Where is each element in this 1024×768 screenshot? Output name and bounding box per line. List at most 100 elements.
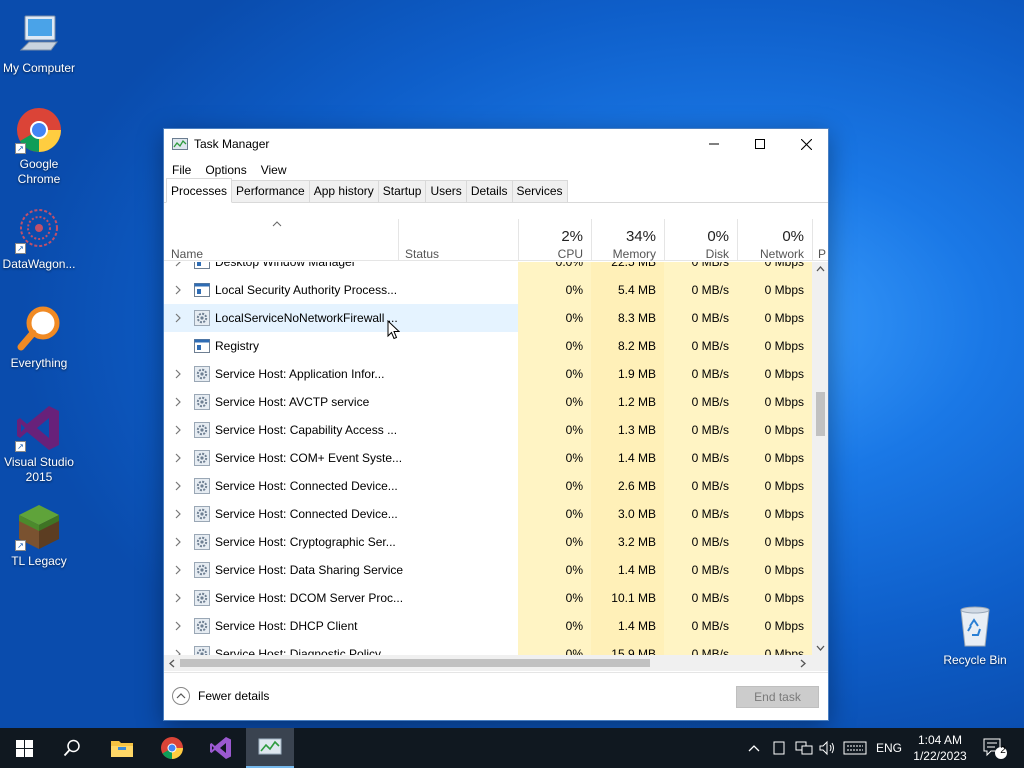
fewer-details-button[interactable]: Fewer details <box>172 687 269 705</box>
disk-cell: 0 MB/s <box>664 500 737 528</box>
chevron-right-icon[interactable] <box>173 620 183 632</box>
network-cell: 0 Mbps <box>737 276 812 304</box>
desktop-icon-visual-studio-2015[interactable]: ↗ Visual Studio 2015 <box>1 404 77 485</box>
process-row[interactable]: Service Host: Connected Device... 0% 3.0 M… <box>164 500 812 528</box>
column-header-cpu[interactable]: 2% CPU <box>518 219 591 261</box>
cpu-cell: 0% <box>518 612 591 640</box>
chevron-right-icon[interactable] <box>173 368 183 380</box>
desktop-icon-google-chrome[interactable]: ↗ Google Chrome <box>1 106 77 187</box>
process-row[interactable]: Service Host: Capability Access ... 0% 1.3… <box>164 416 812 444</box>
process-row[interactable]: Service Host: Application Infor... 0% 1.9 … <box>164 360 812 388</box>
chevron-right-icon[interactable] <box>173 312 183 324</box>
scroll-right-icon[interactable] <box>800 659 806 668</box>
process-row[interactable]: Service Host: Cryptographic Ser... 0% 3.2 … <box>164 528 812 556</box>
maximize-button[interactable] <box>737 129 783 159</box>
clock-date: 1/22/2023 <box>913 749 967 763</box>
process-row[interactable]: Desktop Window Manager 0.0% 22.5 MB 0 MB/s 0… <box>164 262 812 276</box>
tab-startup[interactable]: Startup <box>377 180 427 202</box>
memory-cell: 8.3 MB <box>591 304 664 332</box>
chevron-right-icon[interactable] <box>173 262 183 268</box>
column-header-network[interactable]: 0% Network <box>737 219 812 261</box>
menu-file[interactable]: File <box>172 163 191 177</box>
menu-options[interactable]: Options <box>205 163 246 177</box>
column-header-status[interactable]: Status <box>398 219 518 261</box>
memory-cell: 1.2 MB <box>591 388 664 416</box>
process-row[interactable]: Service Host: Data Sharing Service 0% 1.4 … <box>164 556 812 584</box>
process-row[interactable]: Registry 0% 8.2 MB 0 MB/s 0 Mbps <box>164 332 812 360</box>
network-cell: 0 Mbps <box>737 500 812 528</box>
taskbar-file-explorer[interactable] <box>98 728 146 768</box>
taskbar-visual-studio[interactable] <box>197 728 245 768</box>
tab-processes[interactable]: Processes <box>166 178 233 203</box>
column-header-name[interactable]: Name <box>164 219 398 261</box>
taskbar-task-manager[interactable] <box>246 728 294 768</box>
chevron-right-icon[interactable] <box>173 508 183 520</box>
search-button[interactable] <box>48 728 96 768</box>
end-task-button[interactable]: End task <box>736 686 819 708</box>
process-row[interactable]: LocalServiceNoNetworkFirewall ... 0% 8.3 M… <box>164 304 812 332</box>
desktop-icon-tl-legacy[interactable]: ↗ TL Legacy <box>1 503 77 569</box>
column-header-power[interactable]: P <box>812 219 828 261</box>
vertical-scrollbar[interactable] <box>812 262 828 655</box>
desktop-icon-recycle-bin[interactable]: Recycle Bin <box>937 602 1013 668</box>
process-row[interactable]: Service Host: Connected Device... 0% 2.6 M… <box>164 472 812 500</box>
notification-center-button[interactable]: 2 <box>982 728 1008 768</box>
scrollbar-thumb[interactable] <box>180 659 650 667</box>
chevron-right-icon[interactable] <box>173 284 183 296</box>
tray-volume[interactable] <box>818 728 836 768</box>
memory-cell: 5.4 MB <box>591 276 664 304</box>
tray-app[interactable] <box>773 728 785 768</box>
tray-keyboard[interactable] <box>843 728 867 768</box>
column-label: CPU <box>557 247 583 261</box>
process-row[interactable]: Service Host: DCOM Server Proc... 0% 10.1 … <box>164 584 812 612</box>
chevron-right-icon[interactable] <box>173 648 183 655</box>
network-value: 0 Mbps <box>764 591 804 605</box>
process-row[interactable]: Service Host: COM+ Event Syste... 0% 1.4 M… <box>164 444 812 472</box>
chevron-right-icon[interactable] <box>173 452 183 464</box>
tab-users[interactable]: Users <box>425 180 467 202</box>
chevron-right-icon[interactable] <box>173 592 183 604</box>
show-hidden-icons-button[interactable] <box>748 728 760 768</box>
scroll-left-icon[interactable] <box>169 659 175 668</box>
column-header-disk[interactable]: 0% Disk <box>664 219 737 261</box>
disk-cell: 0 MB/s <box>664 416 737 444</box>
scroll-down-icon[interactable] <box>816 645 825 651</box>
process-name: Service Host: Connected Device... <box>215 479 398 493</box>
chevron-right-icon[interactable] <box>173 536 183 548</box>
process-name: Registry <box>215 339 260 353</box>
scrollbar-thumb[interactable] <box>816 392 825 436</box>
process-row[interactable]: Service Host: Diagnostic Policy ... 0% 15.… <box>164 640 812 655</box>
menu-view[interactable]: View <box>261 163 287 177</box>
desktop-icon-my-computer[interactable]: My Computer <box>1 10 77 76</box>
tray-network[interactable] <box>795 728 813 768</box>
memory-value: 8.3 MB <box>617 311 656 325</box>
title-bar[interactable]: Task Manager <box>164 129 828 159</box>
language-indicator[interactable]: ENG <box>876 728 902 768</box>
desktop-icon-datawagon[interactable]: ↗ DataWagon... <box>1 206 77 272</box>
notification-count: 2 <box>1000 745 1006 756</box>
chevron-right-icon[interactable] <box>173 480 183 492</box>
start-button[interactable] <box>0 728 48 768</box>
desktop-icon-everything[interactable]: Everything <box>1 305 77 371</box>
keyboard-icon <box>843 741 867 755</box>
tab-services[interactable]: Services <box>511 180 568 202</box>
chevron-right-icon[interactable] <box>173 564 183 576</box>
chevron-right-icon[interactable] <box>173 396 183 408</box>
desktop-icon-label: DataWagon... <box>2 257 76 271</box>
tab-details[interactable]: Details <box>465 180 513 202</box>
tab-performance[interactable]: Performance <box>231 180 310 202</box>
taskbar-chrome[interactable] <box>148 728 196 768</box>
column-header-memory[interactable]: 34% Memory <box>591 219 664 261</box>
process-row[interactable]: Local Security Authority Process... 0% 5.4… <box>164 276 812 304</box>
process-row[interactable]: Service Host: DHCP Client 0% 1.4 MB 0 MB/s 0… <box>164 612 812 640</box>
window-app-icon <box>194 339 210 353</box>
close-button[interactable] <box>783 129 829 159</box>
minimize-button[interactable] <box>691 129 737 159</box>
chevron-right-icon[interactable] <box>173 424 183 436</box>
search-icon <box>63 739 80 757</box>
horizontal-scrollbar[interactable] <box>164 655 812 671</box>
process-row[interactable]: Service Host: AVCTP service 0% 1.2 MB 0 MB/… <box>164 388 812 416</box>
tab-app-history[interactable]: App history <box>308 180 379 202</box>
scroll-up-icon[interactable] <box>816 266 825 272</box>
clock[interactable]: 1:04 AM 1/22/2023 <box>908 732 972 764</box>
